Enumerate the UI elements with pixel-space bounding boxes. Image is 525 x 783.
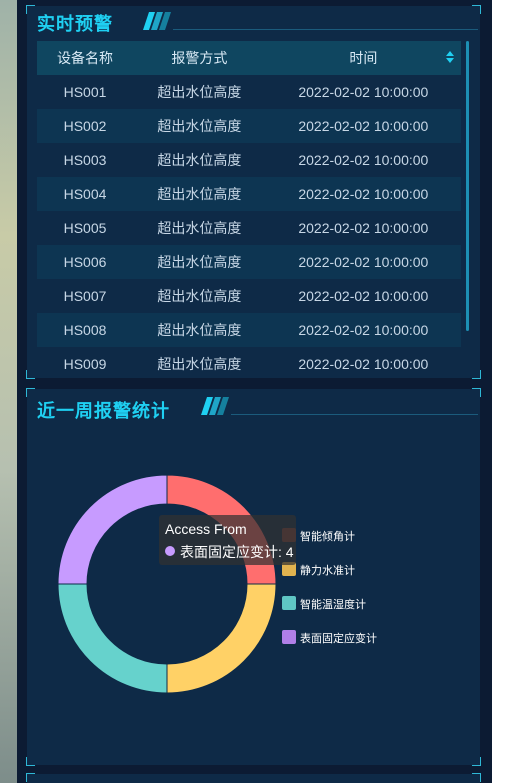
- corner-decoration: [26, 773, 35, 782]
- legend-label: 智能倾角计: [300, 531, 355, 543]
- legend-swatch: [282, 596, 296, 610]
- legend-label: 表面固定应变计: [300, 633, 377, 645]
- donut-slice[interactable]: [57, 583, 168, 694]
- legend-label: 静力水准计: [300, 565, 355, 577]
- tooltip-dot: [165, 546, 175, 556]
- donut-slice[interactable]: [166, 583, 277, 694]
- chart-tooltip: Access From 表面固定应变计: 4: [159, 515, 296, 565]
- corner-decoration: [472, 773, 481, 782]
- alarm-donut-chart[interactable]: [0, 0, 525, 783]
- donut-slice[interactable]: [57, 474, 168, 585]
- next-panel: [26, 773, 481, 783]
- tooltip-text: 表面固定应变计: 4: [180, 544, 294, 560]
- legend-swatch: [282, 630, 296, 644]
- legend-label: 智能温湿度计: [300, 599, 366, 611]
- tooltip-title: Access From: [165, 521, 247, 537]
